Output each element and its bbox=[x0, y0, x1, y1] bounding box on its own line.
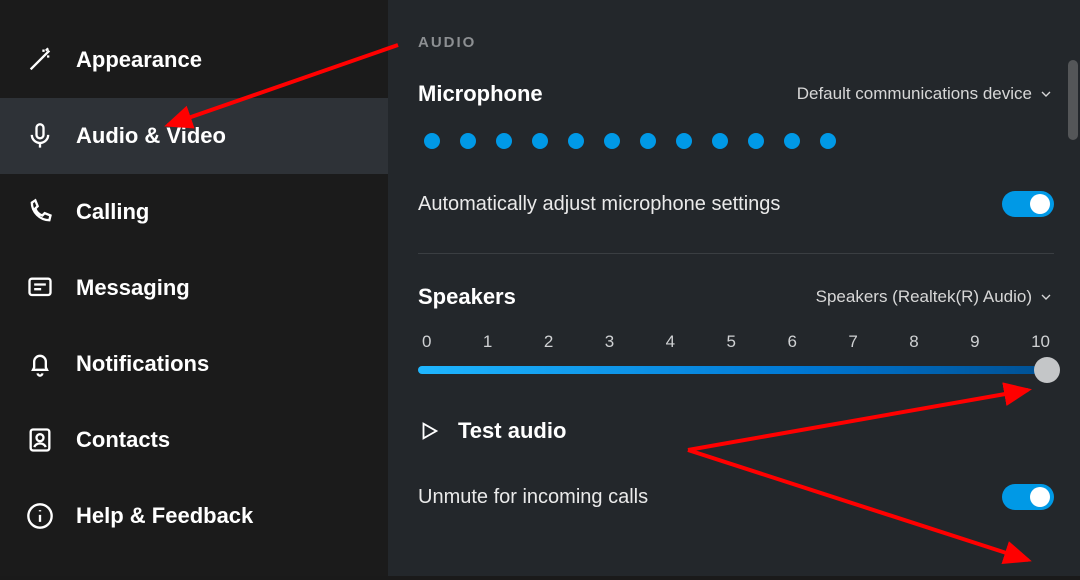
speakers-device-label: Speakers (Realtek(R) Audio) bbox=[816, 287, 1032, 307]
test-audio-label: Test audio bbox=[458, 418, 566, 444]
auto-adjust-toggle[interactable] bbox=[1002, 191, 1054, 217]
slider-ticks: 012345678910 bbox=[418, 332, 1054, 352]
scrollbar-thumb[interactable] bbox=[1068, 60, 1078, 140]
speakers-heading: Speakers bbox=[418, 284, 516, 310]
microphone-heading: Microphone bbox=[418, 81, 543, 107]
sidebar-item-label: Audio & Video bbox=[76, 123, 226, 149]
play-icon bbox=[418, 420, 440, 442]
sidebar-item-messaging[interactable]: Messaging bbox=[0, 250, 388, 326]
speaker-volume-slider[interactable]: 012345678910 bbox=[418, 332, 1054, 374]
microphone-icon bbox=[20, 122, 60, 150]
microphone-level-meter bbox=[418, 133, 1054, 149]
info-icon bbox=[20, 502, 60, 530]
sidebar-item-label: Calling bbox=[76, 199, 149, 225]
audio-settings-panel: AUDIO Microphone Default communications … bbox=[388, 0, 1080, 576]
unmute-row: Unmute for incoming calls bbox=[418, 484, 1054, 510]
slider-thumb[interactable] bbox=[1034, 357, 1060, 383]
wand-icon bbox=[20, 46, 60, 74]
auto-adjust-label: Automatically adjust microphone settings bbox=[418, 193, 780, 216]
unmute-toggle[interactable] bbox=[1002, 484, 1054, 510]
microphone-device-select[interactable]: Default communications device bbox=[797, 84, 1054, 104]
sidebar-item-label: Contacts bbox=[76, 427, 170, 453]
sidebar-item-audio-video[interactable]: Audio & Video bbox=[0, 98, 388, 174]
chevron-down-icon bbox=[1038, 86, 1054, 102]
chat-icon bbox=[20, 274, 60, 302]
microphone-device-label: Default communications device bbox=[797, 84, 1032, 104]
divider bbox=[418, 253, 1054, 254]
sidebar-item-contacts[interactable]: Contacts bbox=[0, 402, 388, 478]
contacts-icon bbox=[20, 426, 60, 454]
sidebar-item-label: Messaging bbox=[76, 275, 190, 301]
sidebar-item-label: Notifications bbox=[76, 351, 209, 377]
sidebar-item-label: Appearance bbox=[76, 47, 202, 73]
microphone-row: Microphone Default communications device bbox=[418, 81, 1054, 107]
sidebar-item-appearance[interactable]: Appearance bbox=[0, 22, 388, 98]
auto-adjust-row: Automatically adjust microphone settings bbox=[418, 191, 1054, 217]
settings-sidebar: Appearance Audio & Video Calling Messagi… bbox=[0, 0, 388, 576]
unmute-label: Unmute for incoming calls bbox=[418, 486, 648, 509]
sidebar-item-calling[interactable]: Calling bbox=[0, 174, 388, 250]
test-audio-button[interactable]: Test audio bbox=[418, 418, 1054, 444]
sidebar-item-notifications[interactable]: Notifications bbox=[0, 326, 388, 402]
bell-icon bbox=[20, 350, 60, 378]
annotation-arrow bbox=[668, 380, 1058, 580]
section-heading-audio: AUDIO bbox=[418, 34, 1054, 51]
speakers-row: Speakers Speakers (Realtek(R) Audio) bbox=[418, 284, 1054, 310]
phone-icon bbox=[20, 198, 60, 226]
slider-track[interactable] bbox=[418, 366, 1054, 374]
sidebar-item-label: Help & Feedback bbox=[76, 503, 253, 529]
sidebar-item-help[interactable]: Help & Feedback bbox=[0, 478, 388, 554]
chevron-down-icon bbox=[1038, 289, 1054, 305]
speakers-device-select[interactable]: Speakers (Realtek(R) Audio) bbox=[816, 287, 1054, 307]
